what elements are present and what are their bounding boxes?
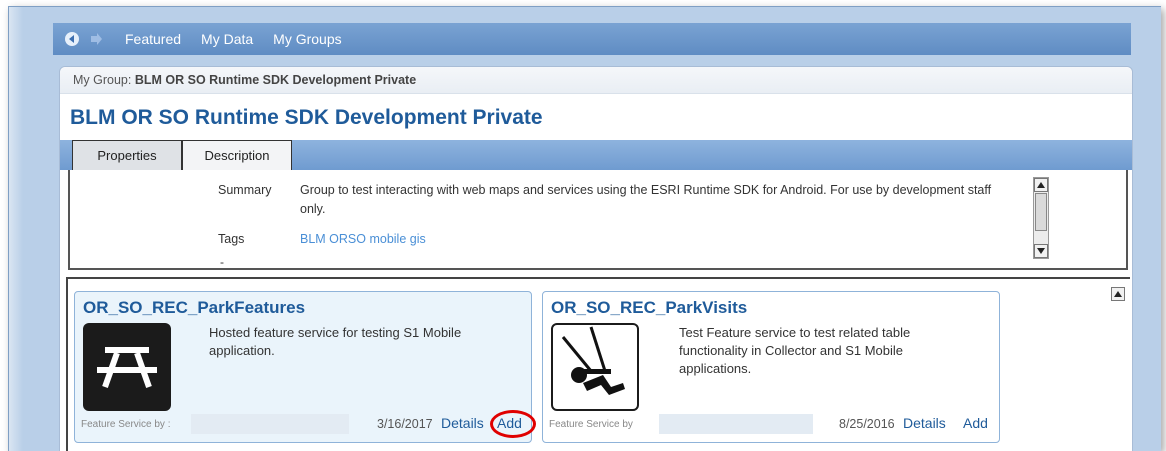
forward-arrow-icon[interactable] <box>87 31 105 47</box>
card-title[interactable]: OR_SO_REC_ParkFeatures <box>83 298 305 318</box>
scroll-down-icon <box>1037 248 1045 254</box>
top-navigation-bar: Featured My Data My Groups <box>53 23 1131 55</box>
breadcrumb-group: BLM OR SO Runtime SDK Development Privat… <box>134 73 417 87</box>
summary-value: Group to test interacting with web maps … <box>300 183 992 216</box>
group-panel: My Group: BLM OR SO Runtime SDK Developm… <box>59 66 1133 451</box>
tags-label: Tags <box>218 232 245 246</box>
content-list: OR_SO_REC_ParkFeatures Hosted feature se… <box>66 277 1130 451</box>
scroll-down-button[interactable] <box>1034 244 1048 258</box>
breadcrumb-prefix: My Group: <box>73 73 132 87</box>
nav-my-groups[interactable]: My Groups <box>273 31 341 47</box>
details-link[interactable]: Details <box>903 415 946 431</box>
content-card[interactable]: OR_SO_REC_ParkFeatures Hosted feature se… <box>74 291 536 443</box>
list-scrollbar[interactable] <box>1111 287 1127 451</box>
owner-redacted <box>191 414 349 434</box>
add-highlight-ring <box>490 410 536 438</box>
page-title: BLM OR SO Runtime SDK Development Privat… <box>70 106 543 129</box>
card-description: Test Feature service to test related tab… <box>679 325 911 376</box>
nav-arrows <box>63 31 111 47</box>
tab-description[interactable]: Description <box>182 140 292 170</box>
card-footer-label: Feature Service by <box>549 419 633 430</box>
card-description: Hosted feature service for testing S1 Mo… <box>209 325 462 358</box>
owner-redacted <box>659 414 813 434</box>
window-frame: Featured My Data My Groups My Group: BLM… <box>8 6 1161 451</box>
tabs-bar: Properties Description <box>60 140 1132 170</box>
scroll-up-icon <box>1114 291 1122 297</box>
card-title[interactable]: OR_SO_REC_ParkVisits <box>551 298 747 318</box>
nav-my-data[interactable]: My Data <box>201 31 253 47</box>
add-link[interactable]: Add <box>963 415 988 431</box>
breadcrumb: My Group: BLM OR SO Runtime SDK Developm… <box>60 67 1132 94</box>
card-date: 3/16/2017 <box>377 417 433 431</box>
scroll-up-button[interactable] <box>1034 178 1048 192</box>
card-footer: Feature Service by 8/25/2016 Details Add <box>549 414 991 434</box>
property-separator: - <box>220 255 224 269</box>
swing-icon <box>551 323 639 411</box>
list-scroll-up-button[interactable] <box>1111 287 1125 301</box>
back-arrow-icon[interactable] <box>63 31 81 47</box>
card-footer: Feature Service by : 3/16/2017 Details A… <box>81 410 536 438</box>
nav-featured[interactable]: Featured <box>125 31 181 47</box>
picnic-table-icon <box>83 323 171 411</box>
card-date: 8/25/2016 <box>839 417 895 431</box>
properties-scrollbar[interactable] <box>1033 177 1049 259</box>
summary-label: Summary <box>218 183 272 197</box>
tab-properties[interactable]: Properties <box>72 140 182 170</box>
scroll-up-icon <box>1037 182 1045 188</box>
tags-value[interactable]: BLM ORSO mobile gis <box>300 230 426 249</box>
details-link[interactable]: Details <box>441 415 484 431</box>
card-footer-label: Feature Service by : <box>81 419 171 430</box>
frame-edge <box>9 7 23 451</box>
content-card[interactable]: OR_SO_REC_ParkVisits Test Feature servic… <box>542 291 1000 443</box>
scroll-thumb[interactable] <box>1035 193 1047 231</box>
properties-panel: Summary Group to test interacting with w… <box>68 170 1128 270</box>
